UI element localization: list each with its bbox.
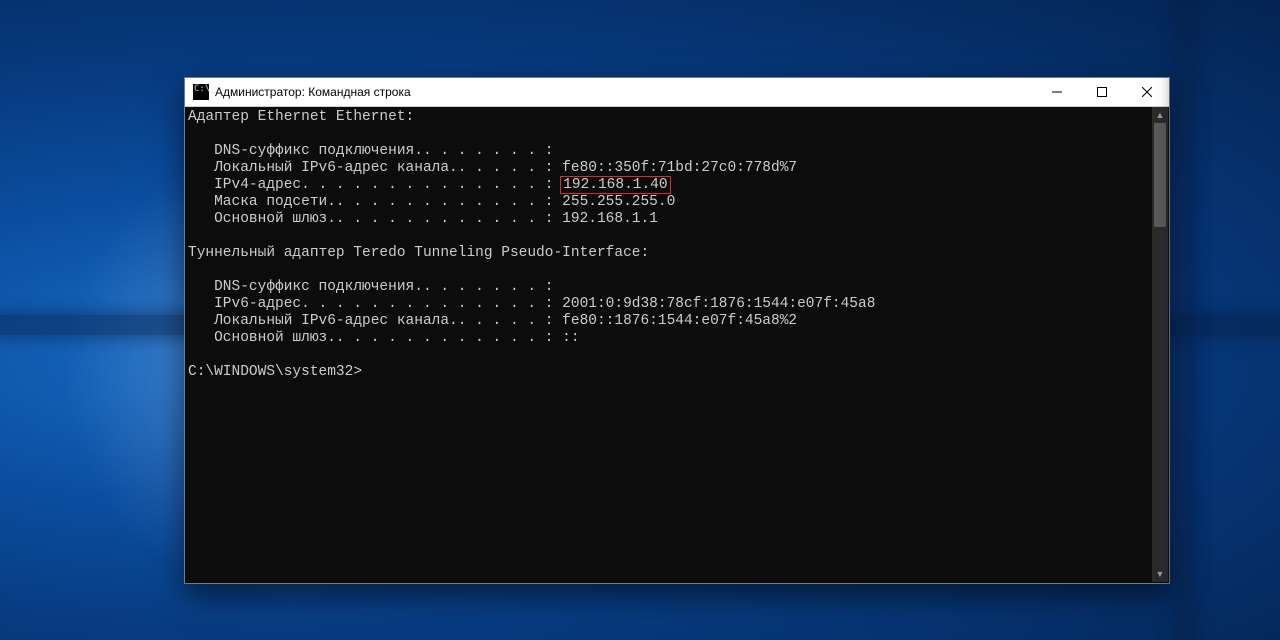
maximize-button[interactable]: [1079, 78, 1124, 106]
scroll-down-button[interactable]: ▼: [1152, 566, 1168, 582]
command-prompt-window: Администратор: Командная строка Адаптер …: [184, 77, 1170, 584]
adapter-field: Основной шлюз.. . . . . . . . . . . . : …: [188, 330, 1152, 347]
adapter-field: Локальный IPv6-адрес канала.. . . . . : …: [188, 160, 1152, 177]
terminal-output[interactable]: Адаптер Ethernet Ethernet: DNS-суффикс п…: [188, 107, 1152, 582]
minimize-button[interactable]: [1034, 78, 1079, 106]
adapter-field: Локальный IPv6-адрес канала.. . . . . : …: [188, 313, 1152, 330]
scroll-up-button[interactable]: ▲: [1152, 107, 1168, 123]
adapter-field: IPv4-адрес. . . . . . . . . . . . . . : …: [188, 177, 1152, 194]
adapter-field: IPv6-адрес. . . . . . . . . . . . . . : …: [188, 296, 1152, 313]
blank-line: [188, 126, 1152, 143]
vertical-scrollbar[interactable]: ▲ ▼: [1152, 107, 1168, 582]
adapter-field: DNS-суффикс подключения.. . . . . . . :: [188, 143, 1152, 160]
adapter-field: Маска подсети.. . . . . . . . . . . . : …: [188, 194, 1152, 211]
blank-line: [188, 228, 1152, 245]
highlighted-ipv4: 192.168.1.40: [560, 176, 670, 194]
terminal-client-area: Адаптер Ethernet Ethernet: DNS-суффикс п…: [186, 107, 1168, 582]
maximize-icon: [1097, 87, 1107, 97]
adapter-header: Адаптер Ethernet Ethernet:: [188, 109, 1152, 126]
adapter-field: DNS-суффикс подключения.. . . . . . . :: [188, 279, 1152, 296]
blank-line: [188, 347, 1152, 364]
adapter-header: Туннельный адаптер Teredo Tunneling Pseu…: [188, 245, 1152, 262]
window-title: Администратор: Командная строка: [215, 85, 411, 99]
close-icon: [1142, 87, 1152, 97]
desktop-wallpaper: Администратор: Командная строка Адаптер …: [0, 0, 1280, 640]
scroll-thumb[interactable]: [1154, 123, 1166, 227]
minimize-icon: [1052, 87, 1062, 97]
cmd-icon: [193, 84, 209, 100]
adapter-field: Основной шлюз.. . . . . . . . . . . . : …: [188, 211, 1152, 228]
close-button[interactable]: [1124, 78, 1169, 106]
blank-line: [188, 262, 1152, 279]
titlebar[interactable]: Администратор: Командная строка: [185, 78, 1169, 107]
prompt-line: C:\WINDOWS\system32>: [188, 364, 1152, 381]
